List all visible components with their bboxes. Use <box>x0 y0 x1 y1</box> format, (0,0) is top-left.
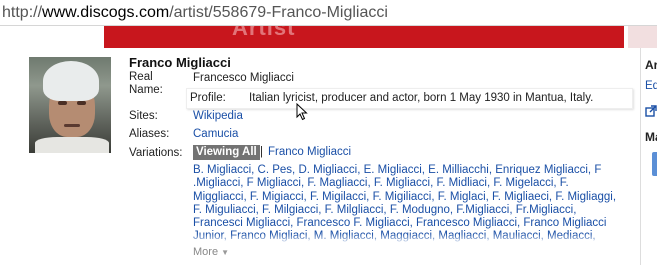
viewing-all-button[interactable]: Viewing All <box>193 145 260 160</box>
photo-mouth <box>64 124 80 127</box>
variations-list[interactable]: B. Migliacci, C. Pes, D. Migliacci, E. M… <box>193 164 625 244</box>
header-banner-text: Artist <box>232 26 296 40</box>
more-toggle[interactable]: More ▼ <box>193 246 229 258</box>
header-corner <box>628 26 657 48</box>
site-link-wikipedia[interactable]: Wikipedia <box>193 109 243 123</box>
address-bar[interactable]: http://www.discogs.com/artist/558679-Fra… <box>0 0 657 26</box>
artist-name: Franco Migliacci <box>129 55 231 70</box>
site-header-band: Artist <box>104 26 624 48</box>
sidebar-heading-2: Ma <box>645 130 657 144</box>
profile-tooltip: Profile: Italian lyricist, producer and … <box>186 88 633 109</box>
variation-separator: | <box>260 146 263 158</box>
variations-label: Variations: <box>129 147 183 159</box>
variation-filter-link[interactable]: Franco Migliacci <box>268 145 351 160</box>
url-prefix: http:// <box>2 4 43 21</box>
sidebar-button[interactable] <box>652 152 657 176</box>
url-path: /artist/558679-Franco-Migliacci <box>169 4 388 21</box>
photo-hair <box>43 61 99 101</box>
sidebar-heading-1: Ar <box>645 58 657 72</box>
variations-fade <box>193 234 625 244</box>
caret-down-icon: ▼ <box>221 248 230 257</box>
share-icon[interactable] <box>645 105 657 120</box>
sites-label: Sites: <box>129 110 158 122</box>
real-name-value: Francesco Migliacci <box>193 72 294 84</box>
photo-eye-right <box>77 101 86 105</box>
photo-eye-left <box>58 101 67 105</box>
mouse-cursor-icon <box>296 103 308 121</box>
aliases-label: Aliases: <box>129 128 170 140</box>
artist-photo[interactable] <box>29 57 111 153</box>
variations-text[interactable]: B. Migliacci, C. Pes, D. Migliacci, E. M… <box>193 164 616 244</box>
profile-label: Profile: <box>190 92 226 104</box>
real-name-label: Real Name: <box>129 71 163 96</box>
photo-shirt <box>35 137 109 153</box>
sidebar-link-edit[interactable]: Ed <box>645 80 657 92</box>
url-host: www.discogs.com <box>42 4 170 21</box>
alias-link-camucia[interactable]: Camucia <box>193 127 238 141</box>
more-label: More <box>193 246 219 258</box>
